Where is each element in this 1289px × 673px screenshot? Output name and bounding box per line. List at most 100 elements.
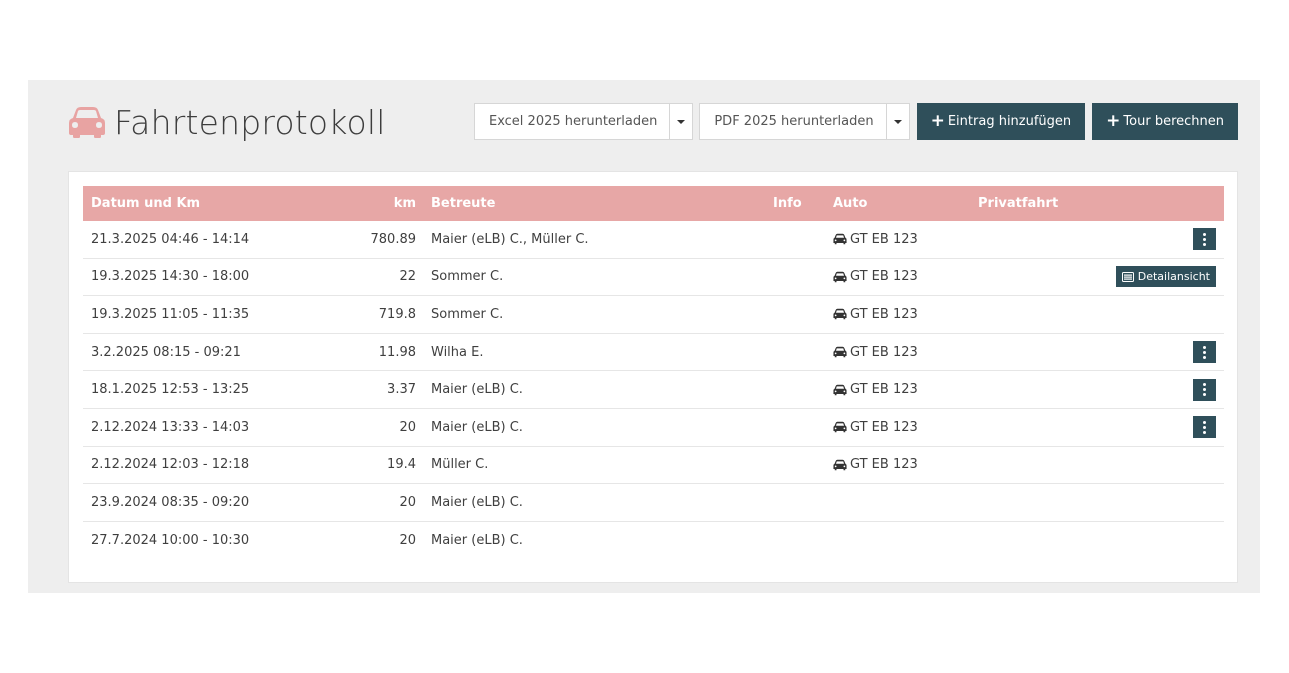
cell-auto: GT EB 123 (833, 334, 918, 371)
table-row[interactable]: 19.3.2025 11:05 - 11:35 719.8 Sommer C. GT … (83, 296, 1224, 334)
row-menu-button[interactable] (1193, 378, 1216, 401)
cell-actions (1193, 221, 1216, 258)
cell-km: 719.8 (378, 306, 416, 322)
pdf-download-button[interactable]: PDF 2025 herunterladen (700, 104, 886, 139)
car-icon (833, 346, 847, 358)
cell-betreute: Müller C. (431, 457, 489, 473)
cell-km: 780.89 (370, 231, 417, 247)
cell-date: 2.12.2024 12:03 - 12:18 (91, 457, 250, 473)
cell-betreute: Maier (eLB) C. (431, 382, 523, 398)
table-row[interactable]: 2.12.2024 13:33 - 14:03 20 Maier (eLB) C. G… (83, 409, 1224, 447)
excel-dropdown-toggle[interactable] (669, 104, 693, 139)
caret-down-icon (893, 119, 902, 124)
table-row[interactable]: 21.3.2025 04:46 - 14:14 780.89 Maier (eLB)… (83, 221, 1224, 259)
table-row[interactable]: 19.3.2025 14:30 - 18:00 22 Sommer C. GT EB … (83, 259, 1224, 297)
detail-view-label: Detailansicht (1137, 270, 1210, 284)
cell-auto: GT EB 123 (833, 221, 918, 258)
cell-auto: GT EB 123 (833, 296, 918, 333)
cell-km: 20 (399, 419, 416, 435)
calculate-tour-label: Tour berechnen (1123, 114, 1224, 129)
cell-betreute: Maier (eLB) C. (431, 494, 523, 510)
cell-actions (1193, 334, 1216, 371)
table-row[interactable]: 23.9.2024 08:35 - 09:20 20 Maier (eLB) C. (83, 484, 1224, 522)
row-menu-button[interactable] (1193, 341, 1216, 364)
excel-download-button[interactable]: Excel 2025 herunterladen (474, 104, 670, 139)
kebab-icon (1203, 345, 1206, 349)
cell-km: 20 (399, 532, 416, 548)
cell-date: 2.12.2024 13:33 - 14:03 (91, 419, 250, 435)
kebab-icon-dot (1203, 430, 1206, 434)
cell-betreute: Sommer C. (431, 306, 504, 322)
excel-download-group: Excel 2025 herunterladen (473, 103, 694, 140)
page-header: Fahrtenprotokoll (68, 100, 386, 144)
cell-betreute: Maier (eLB) C. (431, 419, 523, 435)
row-menu-button[interactable] (1193, 228, 1216, 251)
cell-date: 23.9.2024 08:35 - 09:20 (91, 494, 250, 510)
plus-icon: + (930, 111, 945, 131)
cell-betreute: Wilha E. (431, 344, 484, 360)
cell-date: 19.3.2025 11:05 - 11:35 (91, 306, 250, 322)
cell-betreute: Maier (eLB) C. (431, 532, 523, 548)
car-icon (833, 422, 847, 433)
toolbar: Excel 2025 herunterladen PDF 2025 herunt… (473, 103, 1238, 140)
column-header-privatfahrt[interactable]: Privatfahrt (978, 186, 1058, 221)
column-header-info[interactable]: Info (773, 186, 802, 221)
detail-view-button[interactable]: Detailansicht (1115, 266, 1216, 288)
kebab-icon-dot (1203, 393, 1206, 397)
table-body: 21.3.2025 04:46 - 14:14 780.89 Maier (eLB)… (83, 221, 1224, 558)
calculate-tour-button[interactable]: + Tour berechnen (1092, 103, 1238, 140)
table-row[interactable]: 18.1.2025 12:53 - 13:25 3.37 Maier (eLB) C… (83, 371, 1224, 409)
kebab-icon-dot (1203, 350, 1206, 354)
add-entry-button[interactable]: + Eintrag hinzufügen (916, 103, 1086, 140)
cell-actions (1193, 409, 1216, 446)
cell-km: 20 (399, 494, 416, 510)
cell-date: 19.3.2025 14:30 - 18:00 (91, 269, 250, 285)
car-icon (833, 271, 847, 283)
car-icon (833, 234, 847, 245)
kebab-icon (1203, 383, 1206, 387)
cell-actions: Detailansicht (1115, 259, 1216, 296)
kebab-icon-dot (1203, 388, 1206, 392)
vehicle-plate: GT EB 123 (850, 269, 918, 285)
vehicle-plate: GT EB 123 (850, 231, 918, 247)
table-row[interactable]: 2.12.2024 12:03 - 12:18 19.4 Müller C. GT E… (83, 447, 1224, 485)
main-panel: Fahrtenprotokoll Excel 2025 herunterlade… (28, 80, 1260, 593)
cell-auto: GT EB 123 (833, 259, 918, 296)
cell-auto: GT EB 123 (833, 371, 918, 408)
column-header-auto[interactable]: Auto (833, 186, 867, 221)
kebab-icon-dot (1203, 425, 1206, 429)
cell-date: 18.1.2025 12:53 - 13:25 (91, 382, 250, 398)
table-row[interactable]: 3.2.2025 08:15 - 09:21 11.98 Wilha E. GT EB… (83, 334, 1224, 372)
car-icon (833, 309, 847, 320)
cell-auto: GT EB 123 (833, 409, 918, 446)
vehicle-plate: GT EB 123 (850, 306, 918, 322)
cell-date: 27.7.2024 10:00 - 10:30 (91, 532, 250, 548)
column-header-km[interactable]: km (323, 186, 416, 221)
cell-betreute: Maier (eLB) C., Müller C. (431, 231, 589, 247)
trips-card: Datum und Km km Betreute Info Auto Priva… (68, 171, 1238, 583)
caret-down-icon (677, 119, 686, 124)
kebab-icon-dot (1203, 237, 1206, 241)
kebab-icon-dot (1203, 355, 1206, 359)
cell-km: 3.37 (387, 382, 416, 398)
page-title: Fahrtenprotokoll (114, 102, 386, 142)
table-row[interactable]: 27.7.2024 10:00 - 10:30 20 Maier (eLB) C. (83, 522, 1224, 559)
add-entry-label: Eintrag hinzufügen (947, 114, 1072, 129)
column-header-date[interactable]: Datum und Km (91, 186, 200, 221)
kebab-icon-dot (1203, 242, 1206, 246)
kebab-icon (1203, 232, 1206, 236)
cell-betreute: Sommer C. (431, 269, 504, 285)
trips-table: Datum und Km km Betreute Info Auto Priva… (83, 186, 1224, 558)
cell-date: 3.2.2025 08:15 - 09:21 (91, 344, 241, 360)
vehicle-plate: GT EB 123 (850, 344, 918, 360)
row-menu-button[interactable] (1193, 416, 1216, 439)
kebab-icon (1203, 420, 1206, 424)
pdf-dropdown-toggle[interactable] (885, 104, 909, 139)
pdf-download-group: PDF 2025 herunterladen (699, 103, 910, 140)
table-header: Datum und Km km Betreute Info Auto Priva… (83, 186, 1224, 221)
column-header-betreute[interactable]: Betreute (431, 186, 495, 221)
cell-km: 22 (399, 269, 416, 285)
vehicle-plate: GT EB 123 (850, 457, 918, 473)
cell-km: 11.98 (378, 344, 416, 360)
cell-date: 21.3.2025 04:46 - 14:14 (91, 231, 250, 247)
